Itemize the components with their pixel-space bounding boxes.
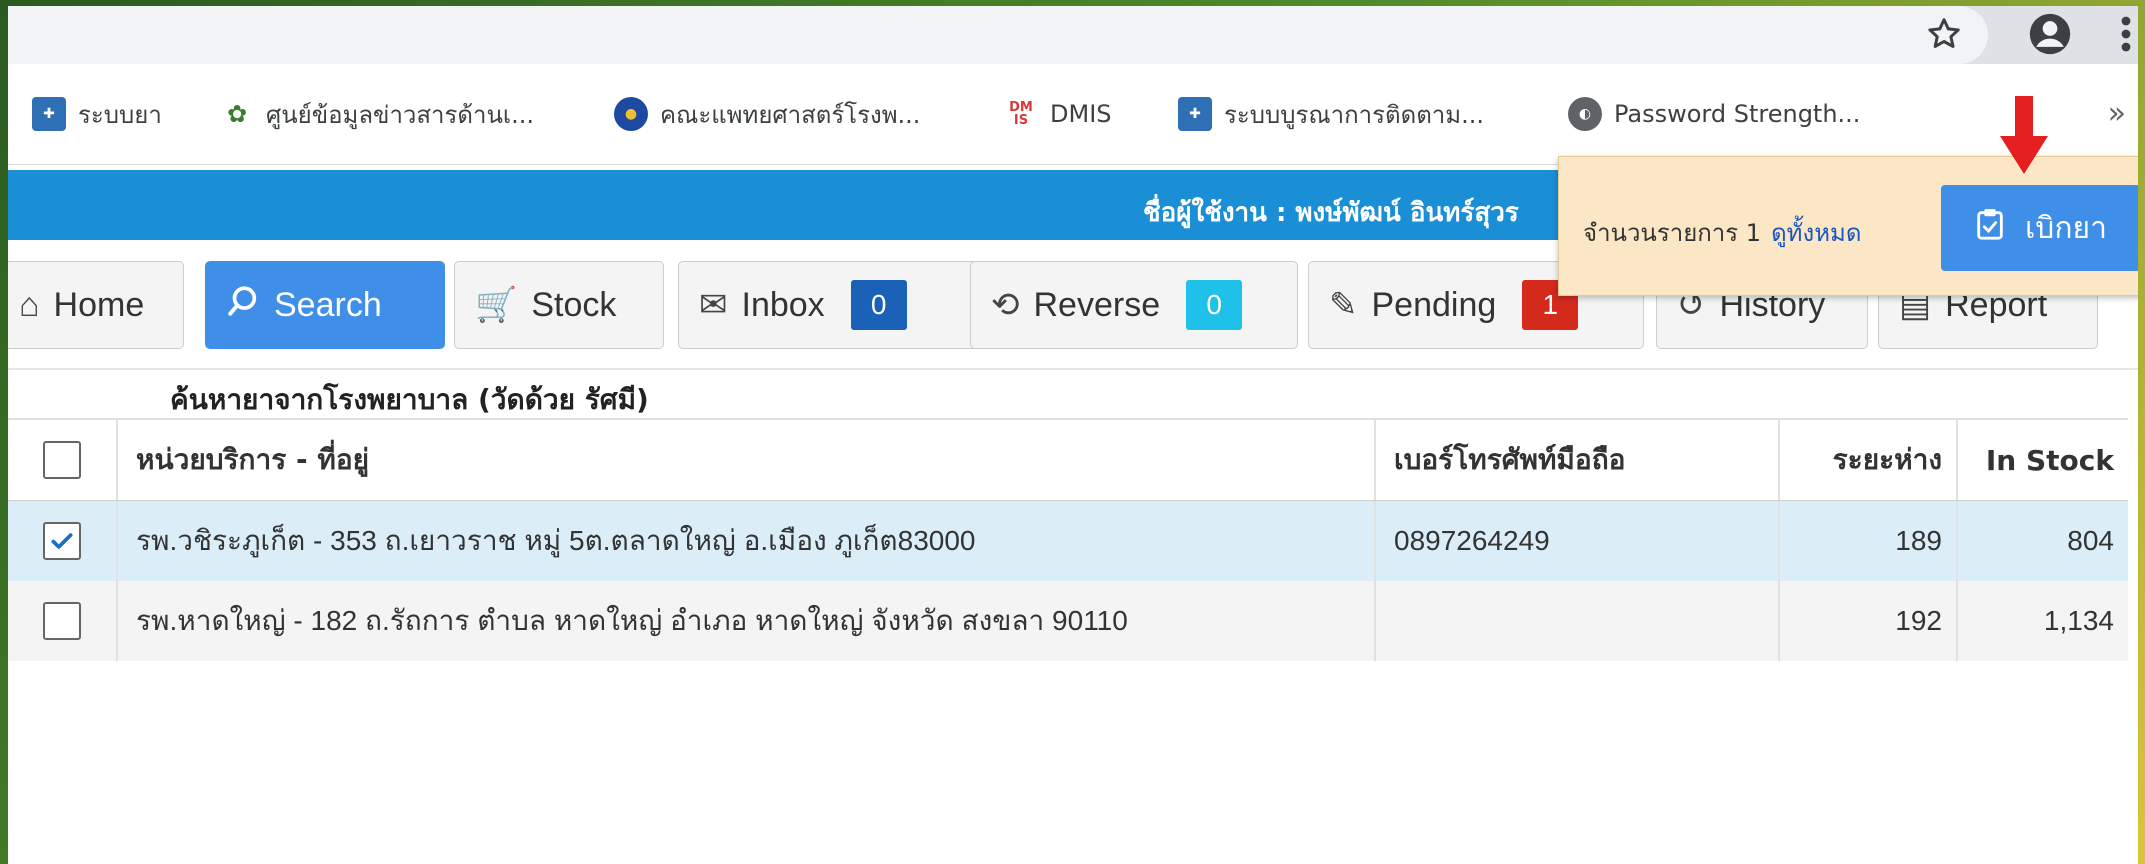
bookmark-5[interactable]: ✚ ระบบบูรณาการติดตาม... xyxy=(1178,94,1484,134)
profile-icon[interactable] xyxy=(2028,12,2072,56)
header-select-cell xyxy=(8,420,116,500)
dmis-icon: DM IS xyxy=(1004,97,1038,131)
table-row[interactable]: รพ.หาดใหญ่ - 182 ถ.รัถการ ตำบล หาดใหญ่ อ… xyxy=(8,581,2128,661)
bookmarks-bar: ✚ ระบบยา ✿ ศูนย์ข้อมูลข่าวสารด้านเ... ● … xyxy=(8,64,2138,165)
hospital-cross-icon: ✚ xyxy=(1178,97,1212,131)
bookmark-6-label: Password Strength... xyxy=(1614,100,1861,128)
bookmark-1[interactable]: ✚ ระบบยา xyxy=(32,94,162,134)
stock-label: Stock xyxy=(531,285,617,324)
withdraw-drug-label: เบิกยา xyxy=(2025,210,2107,246)
browser-toolbar xyxy=(8,6,2138,64)
cart-popup: จำนวนรายการ 1 ดูทั้งหมด เบิกยา xyxy=(1558,156,2138,296)
page-title: ค้นหายาจากโรงพยาบาล (วัดด้วย รัศมี) xyxy=(170,383,649,416)
pencil-icon: ✎ xyxy=(1329,286,1358,324)
globe-leaf-icon: ✿ xyxy=(220,97,254,131)
column-header-distance[interactable]: ระยะห่าง xyxy=(1778,420,1956,500)
search-icon xyxy=(226,284,260,327)
refresh-icon: ⟲ xyxy=(991,286,1020,324)
bookmark-5-label: ระบบบูรณาการติดตาม... xyxy=(1224,100,1484,129)
stock-button[interactable]: 🛒 Stock xyxy=(454,261,664,349)
hospital-icon: ✚ xyxy=(32,97,66,131)
reverse-label: Reverse xyxy=(1033,285,1161,324)
bookmark-2-label: ศูนย์ข้อมูลข่าวสารด้านเ... xyxy=(266,100,534,129)
column-header-stock[interactable]: In Stock xyxy=(1956,420,2128,500)
cell-stock: 804 xyxy=(1956,501,2128,581)
column-header-unit[interactable]: หน่วยบริการ - ที่อยู่ xyxy=(116,420,1374,500)
item-count-label: จำนวนรายการ 1 xyxy=(1583,219,1762,247)
bookmark-6[interactable]: ◐ Password Strength... xyxy=(1568,94,1860,134)
view-all-link[interactable]: ดูทั้งหมด xyxy=(1771,219,1861,247)
address-bar[interactable] xyxy=(8,6,1988,64)
inbox-label: Inbox xyxy=(741,285,825,324)
bookmark-4[interactable]: DM IS DMIS xyxy=(1004,94,1112,134)
globe-icon: ◐ xyxy=(1568,97,1602,131)
row-select-cell xyxy=(8,581,116,661)
bookmark-3-label: คณะแพทยศาสตร์โรงพ... xyxy=(660,100,921,129)
home-button[interactable]: ⌂ Home xyxy=(8,261,184,349)
user-label: ชื่อผู้ใช้งาน : พงษ์พัฒน์ อินทร์สุวร xyxy=(1143,198,1519,228)
cell-distance: 192 xyxy=(1778,581,1956,661)
select-all-checkbox[interactable] xyxy=(43,441,81,479)
pending-label: Pending xyxy=(1371,285,1497,324)
emblem-icon: ● xyxy=(614,97,648,131)
cell-phone xyxy=(1374,581,1778,661)
cell-stock: 1,134 xyxy=(1956,581,2128,661)
home-icon: ⌂ xyxy=(19,285,40,324)
table-row[interactable]: รพ.วชิระภูเก็ต - 353 ถ.เยาวราช หมู่ 5ต.ต… xyxy=(8,501,2128,581)
row-checkbox-checked[interactable] xyxy=(43,522,81,560)
search-label: Search xyxy=(274,285,382,324)
home-label: Home xyxy=(53,285,145,324)
menu-kebab-icon[interactable] xyxy=(2104,12,2138,56)
row-select-cell xyxy=(8,501,116,581)
reverse-count-badge: 0 xyxy=(1186,280,1243,330)
bookmark-2[interactable]: ✿ ศูนย์ข้อมูลข่าวสารด้านเ... xyxy=(220,94,534,134)
bookmark-4-label: DMIS xyxy=(1050,100,1112,128)
bookmarks-overflow-button[interactable]: » xyxy=(2108,96,2126,131)
red-arrow-down-icon xyxy=(2000,96,2048,174)
search-button[interactable]: Search xyxy=(205,261,445,349)
row-checkbox[interactable] xyxy=(43,602,81,640)
inbox-button[interactable]: ✉ Inbox 0 xyxy=(678,261,998,349)
inbox-count-badge: 0 xyxy=(850,280,907,330)
bookmark-3[interactable]: ● คณะแพทยศาสตร์โรงพ... xyxy=(614,94,920,134)
check-icon xyxy=(51,533,73,549)
cell-distance: 189 xyxy=(1778,501,1956,581)
reverse-button[interactable]: ⟲ Reverse 0 xyxy=(970,261,1298,349)
clipboard-check-icon xyxy=(1975,207,2005,249)
cell-unit: รพ.หาดใหญ่ - 182 ถ.รัถการ ตำบล หาดใหญ่ อ… xyxy=(116,581,1374,661)
column-header-phone[interactable]: เบอร์โทรศัพท์มือถือ xyxy=(1374,420,1778,500)
divider xyxy=(8,368,2138,370)
bookmark-1-label: ระบบยา xyxy=(78,100,162,129)
table-header-row: หน่วยบริการ - ที่อยู่ เบอร์โทรศัพท์มือถื… xyxy=(8,418,2128,503)
cell-unit: รพ.วชิระภูเก็ต - 353 ถ.เยาวราช หมู่ 5ต.ต… xyxy=(116,501,1374,581)
star-icon[interactable] xyxy=(1922,12,1966,56)
cart-icon: 🛒 xyxy=(475,286,518,324)
browser-window: ✚ ระบบยา ✿ ศูนย์ข้อมูลข่าวสารด้านเ... ● … xyxy=(8,6,2138,864)
envelope-icon: ✉ xyxy=(699,286,728,324)
withdraw-drug-button[interactable]: เบิกยา xyxy=(1941,185,2138,271)
cell-phone: 0897264249 xyxy=(1374,501,1778,581)
popup-count-text: จำนวนรายการ 1 ดูทั้งหมด xyxy=(1583,213,1861,252)
